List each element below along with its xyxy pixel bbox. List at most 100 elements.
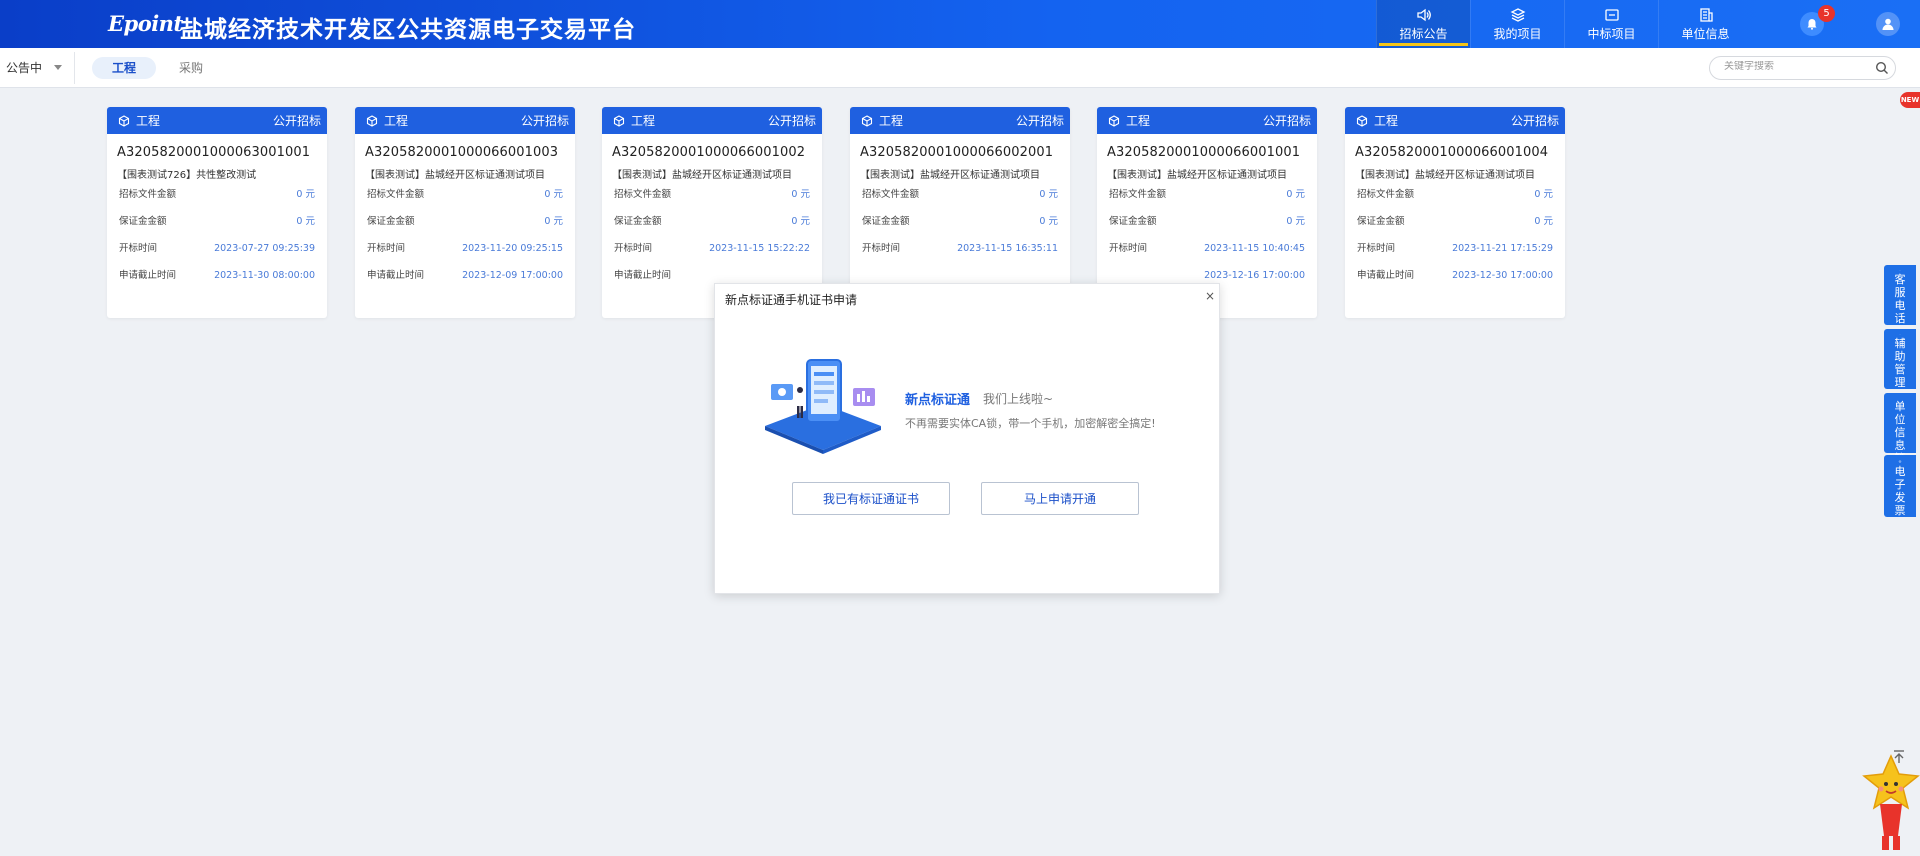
card-row-open-time: 开标时间 2023-11-20 09:25:15 xyxy=(355,235,575,262)
mascot-icon[interactable] xyxy=(1862,752,1920,856)
main-nav: 招标公告 我的项目 中标项目 单位信息 xyxy=(1376,0,1752,48)
card-row-open-time: 开标时间 2023-11-15 16:35:11 xyxy=(850,235,1070,262)
row-value: 2023-12-30 17:00:00 xyxy=(1452,270,1553,281)
dialog-title: 新点标证通手机证书申请 xyxy=(725,293,858,307)
card-procurement-type: 公开招标 xyxy=(272,114,321,128)
tool-label: 辅助管理 xyxy=(1894,337,1906,389)
row-value: 0 元 xyxy=(1534,189,1553,200)
card-project-name: 【围表测试】盐城经开区标证通测试项目 xyxy=(365,170,545,181)
tool-label: 电子发票 xyxy=(1894,465,1906,517)
row-label: 开标时间 xyxy=(119,243,158,254)
card-procurement-type: 公开招标 xyxy=(520,114,569,128)
nav-item-my-projects[interactable]: 我的项目 xyxy=(1470,0,1564,48)
card-row-open-time: 开标时间 2023-11-21 17:15:29 xyxy=(1345,235,1565,262)
card-header: 工程 公开招标 xyxy=(602,107,822,134)
close-icon[interactable]: × xyxy=(1205,289,1215,303)
row-label: 招标文件金额 xyxy=(367,189,425,200)
tab-procurement[interactable]: 采购 xyxy=(176,57,206,79)
row-label: 开标时间 xyxy=(1109,243,1148,254)
row-value: 0 元 xyxy=(1286,189,1305,200)
filter-bar: 公告中 工程 采购 xyxy=(0,48,1920,88)
card-row-deposit: 保证金金额 0 元 xyxy=(850,208,1070,235)
nav-item-unit-info[interactable]: 单位信息 xyxy=(1658,0,1752,48)
row-value: 0 元 xyxy=(1534,216,1553,227)
top-header: Epoint 盐城经济技术开发区公共资源电子交易平台 招标公告 我的项目 中标项… xyxy=(0,0,1920,48)
tab-engineering[interactable]: 工程 xyxy=(92,57,156,79)
tool-unit-info-manage[interactable]: 单位信息管理 xyxy=(1884,393,1916,478)
row-value: 2023-12-09 17:00:00 xyxy=(462,270,563,281)
row-label: 开标时间 xyxy=(1357,243,1396,254)
status-dropdown[interactable]: 公告中 xyxy=(6,59,63,76)
card-project-name: 【围表测试】盐城经开区标证通测试项目 xyxy=(860,170,1040,181)
nav-item-bid-announcement[interactable]: 招标公告 xyxy=(1376,0,1470,48)
row-label: 保证金金额 xyxy=(614,216,662,227)
card-project-name: 【围表测试】盐城经开区标证通测试项目 xyxy=(612,170,792,181)
epoint-logo[interactable]: Epoint xyxy=(108,11,183,36)
folder-icon xyxy=(1604,8,1619,21)
card-project-name: 【围表测试726】共性整改测试 xyxy=(117,170,257,181)
card-row-open-time: 开标时间 2023-07-27 09:25:39 xyxy=(107,235,327,262)
card-row-deadline: 申请截止时间 2023-11-30 08:00:00 xyxy=(107,262,327,289)
invoice-icon xyxy=(1898,460,1902,463)
search-box xyxy=(1709,56,1896,80)
search-icon[interactable] xyxy=(1875,61,1889,75)
headset-icon xyxy=(1899,270,1901,271)
row-label: 开标时间 xyxy=(862,243,901,254)
tool-assist-manage[interactable]: 辅助管理 xyxy=(1884,329,1916,389)
apply-now-button[interactable]: 马上申请开通 xyxy=(981,482,1139,515)
search-input[interactable] xyxy=(1724,61,1864,72)
card-row-open-time: 开标时间 2023-11-15 10:40:45 xyxy=(1097,235,1317,262)
card-project-code: A320582000100006300​1001 xyxy=(117,145,311,160)
notification-badge: 5 xyxy=(1818,5,1835,22)
card-header: 工程 公开招标 xyxy=(850,107,1070,134)
cube-icon xyxy=(613,114,625,127)
promo-brand: 新点标证通 xyxy=(905,393,971,408)
row-label: 申请截止时间 xyxy=(614,270,672,281)
row-label: 开标时间 xyxy=(367,243,406,254)
card-header: 工程 公开招标 xyxy=(1097,107,1317,134)
row-value: 2023-11-30 08:00:00 xyxy=(214,270,315,281)
project-card[interactable]: 工程 公开招标 A3205820001000066001003 【围表测试】盐城… xyxy=(355,107,575,318)
user-avatar-button[interactable] xyxy=(1876,12,1900,36)
card-row-doc-amount: 招标文件金额 0 元 xyxy=(355,181,575,208)
layers-icon xyxy=(1510,7,1525,22)
cert-apply-dialog: 新点标证通手机证书申请 × 新点标证通 我们上线啦~ 不再需要实体CA锁，带一个… xyxy=(714,283,1220,594)
nav-label: 我的项目 xyxy=(1493,26,1542,41)
project-card[interactable]: 工程 公开招标 A3205820001000066001004 【围表测试】盐城… xyxy=(1345,107,1565,318)
card-category: 工程 xyxy=(631,114,656,128)
card-project-code: A3205820001000066001004 xyxy=(1355,145,1549,160)
row-value: 0 元 xyxy=(791,216,810,227)
card-row-doc-amount: 招标文件金额 0 元 xyxy=(850,181,1070,208)
card-category: 工程 xyxy=(1126,114,1151,128)
card-row-doc-amount: 招标文件金额 0 元 xyxy=(1097,181,1317,208)
nav-item-winning-projects[interactable]: 中标项目 xyxy=(1564,0,1658,48)
tool-e-invoice[interactable]: 电子发票 xyxy=(1884,455,1916,517)
row-value: 2023-11-15 10:40:45 xyxy=(1204,243,1305,254)
chevron-down-icon xyxy=(54,65,63,70)
row-value: 2023-07-27 09:25:39 xyxy=(214,243,315,254)
row-label: 申请截止时间 xyxy=(367,270,425,281)
status-dropdown-value: 公告中 xyxy=(6,61,43,75)
row-value: 2023-11-15 15:22:22 xyxy=(709,243,810,254)
card-row-deposit: 保证金金额 0 元 xyxy=(1345,208,1565,235)
card-row-doc-amount: 招标文件金额 0 元 xyxy=(602,181,822,208)
card-procurement-type: 公开招标 xyxy=(767,114,816,128)
speaker-icon xyxy=(1416,8,1431,21)
row-label: 开标时间 xyxy=(614,243,653,254)
wrench-icon xyxy=(1899,334,1901,335)
nav-label: 招标公告 xyxy=(1399,26,1448,41)
tool-label: 客服电话 xyxy=(1894,273,1906,325)
row-label: 保证金金额 xyxy=(119,216,167,227)
row-label: 保证金金额 xyxy=(1109,216,1157,227)
card-row-deposit: 保证金金额 0 元 xyxy=(1097,208,1317,235)
card-category: 工程 xyxy=(879,114,904,128)
tool-service-phone[interactable]: 客服电话 xyxy=(1884,265,1916,325)
cube-icon xyxy=(861,114,873,127)
mobile-cert-illustration xyxy=(765,359,881,454)
row-label: 招标文件金额 xyxy=(1357,189,1415,200)
card-procurement-type: 公开招标 xyxy=(1015,114,1064,128)
card-project-code: A3205820001000066001002 xyxy=(612,145,806,160)
have-cert-button[interactable]: 我已有标证通证书 xyxy=(792,482,950,515)
project-card[interactable]: 工程 公开招标 A320582000100006300​1001 【围表测试72… xyxy=(107,107,327,318)
card-project-code: A3205820001000066002001 xyxy=(860,145,1054,160)
